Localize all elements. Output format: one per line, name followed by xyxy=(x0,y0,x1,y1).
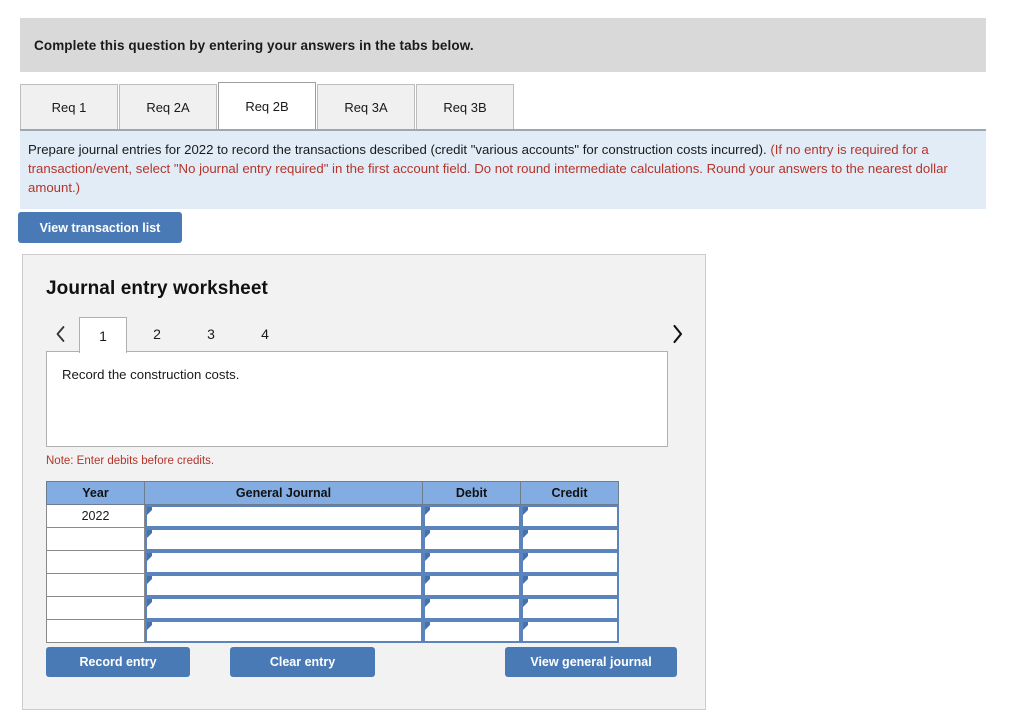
tab-req-3a[interactable]: Req 3A xyxy=(317,84,415,129)
record-entry-button[interactable]: Record entry xyxy=(46,647,190,677)
chevron-right-icon[interactable] xyxy=(668,323,686,345)
journal-entry-worksheet-panel: Journal entry worksheet 1 2 3 4 Record t… xyxy=(22,254,706,710)
pager-page-4[interactable]: 4 xyxy=(241,317,289,351)
tab-req-3b[interactable]: Req 3B xyxy=(416,84,514,129)
pager-page-2[interactable]: 2 xyxy=(133,317,181,351)
general-journal-input[interactable] xyxy=(145,527,423,551)
debits-before-credits-note: Note: Enter debits before credits. xyxy=(46,455,215,467)
pager-page-1[interactable]: 1 xyxy=(79,317,127,353)
debit-input[interactable] xyxy=(422,619,521,643)
worksheet-title: Journal entry worksheet xyxy=(46,278,268,299)
debit-input[interactable] xyxy=(422,527,521,551)
year-cell: 2022 xyxy=(46,504,145,528)
column-header-year: Year xyxy=(46,481,145,505)
table-row xyxy=(46,573,619,597)
year-cell xyxy=(46,550,145,574)
pager-page-3[interactable]: 3 xyxy=(187,317,235,351)
instruction-banner: Prepare journal entries for 2022 to reco… xyxy=(20,129,986,209)
debit-input[interactable] xyxy=(422,596,521,620)
year-cell xyxy=(46,596,145,620)
question-banner-text: Complete this question by entering your … xyxy=(34,37,474,53)
credit-input[interactable] xyxy=(520,550,619,574)
year-cell xyxy=(46,573,145,597)
column-header-general-journal: General Journal xyxy=(144,481,423,505)
column-header-credit: Credit xyxy=(520,481,619,505)
question-banner: Complete this question by entering your … xyxy=(20,18,986,72)
credit-input[interactable] xyxy=(520,505,619,528)
transaction-description-text: Record the construction costs. xyxy=(62,367,240,382)
column-header-debit: Debit xyxy=(422,481,521,505)
table-header-row: Year General Journal Debit Credit xyxy=(46,481,619,505)
credit-input[interactable] xyxy=(520,573,619,597)
general-journal-input[interactable] xyxy=(145,550,423,574)
table-row xyxy=(46,527,619,551)
debit-input[interactable] xyxy=(422,550,521,574)
tab-req-2a[interactable]: Req 2A xyxy=(119,84,217,129)
general-journal-input[interactable] xyxy=(145,505,423,528)
instruction-main-text: Prepare journal entries for 2022 to reco… xyxy=(28,142,767,157)
year-cell xyxy=(46,619,145,643)
chevron-left-icon[interactable] xyxy=(51,323,69,345)
tab-req-2b[interactable]: Req 2B xyxy=(218,82,316,129)
debit-input[interactable] xyxy=(422,505,521,528)
table-row xyxy=(46,619,619,643)
debit-input[interactable] xyxy=(422,573,521,597)
worksheet-pager: 1 2 3 4 xyxy=(46,317,686,353)
clear-entry-button[interactable]: Clear entry xyxy=(230,647,375,677)
view-transaction-list-button[interactable]: View transaction list xyxy=(18,212,182,243)
general-journal-input[interactable] xyxy=(145,573,423,597)
general-journal-input[interactable] xyxy=(145,619,423,643)
requirement-tabs: Req 1 Req 2A Req 2B Req 3A Req 3B xyxy=(20,82,986,129)
tab-req-1[interactable]: Req 1 xyxy=(20,84,118,129)
year-cell xyxy=(46,527,145,551)
table-row xyxy=(46,550,619,574)
transaction-description-box: Record the construction costs. xyxy=(46,351,668,447)
general-journal-input[interactable] xyxy=(145,596,423,620)
table-row: 2022 xyxy=(46,504,619,528)
credit-input[interactable] xyxy=(520,619,619,643)
credit-input[interactable] xyxy=(520,527,619,551)
journal-entry-table: Year General Journal Debit Credit 2022 xyxy=(46,481,619,643)
view-general-journal-button[interactable]: View general journal xyxy=(505,647,677,677)
table-row xyxy=(46,596,619,620)
credit-input[interactable] xyxy=(520,596,619,620)
